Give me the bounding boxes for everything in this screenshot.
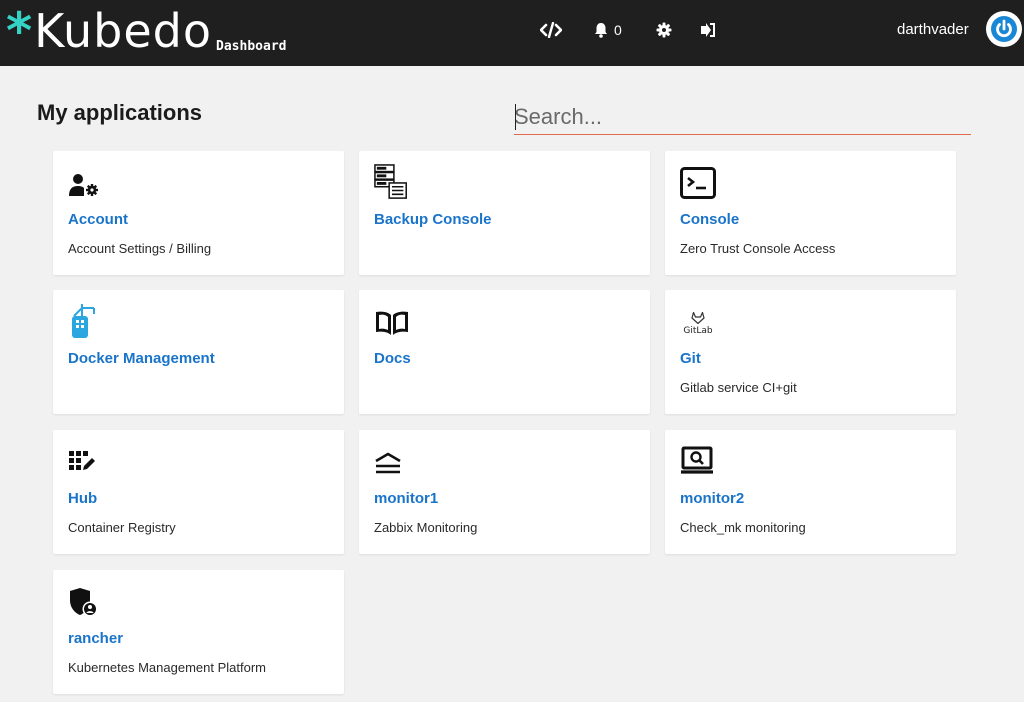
- app-description: Zabbix Monitoring: [374, 520, 478, 535]
- app-description: Check_mk monitoring: [680, 520, 806, 535]
- app-title[interactable]: Hub: [68, 490, 97, 507]
- docker-icon: [68, 302, 104, 338]
- app-title[interactable]: Git: [680, 350, 701, 367]
- app-description: Zero Trust Console Access: [680, 241, 836, 256]
- registry-grid-icon: [68, 450, 104, 484]
- top-navbar: * Kubedo Dashboard 0 darthvader: [0, 0, 1024, 66]
- brand-logo[interactable]: * Kubedo Dashboard: [6, 4, 286, 56]
- app-description: Kubernetes Management Platform: [68, 660, 266, 675]
- app-card-backup-console[interactable]: Backup Console: [359, 151, 650, 275]
- app-description: Gitlab service CI+git: [680, 380, 797, 395]
- app-title[interactable]: Docker Management: [68, 350, 215, 367]
- app-card-hub[interactable]: Hub Container Registry: [53, 430, 344, 554]
- header-toolbar: 0: [540, 18, 716, 42]
- code-icon[interactable]: [540, 22, 562, 38]
- monitor-search-icon: [680, 446, 716, 480]
- app-description: Container Registry: [68, 520, 176, 535]
- app-card-console[interactable]: Console Zero Trust Console Access: [665, 151, 956, 275]
- brand-subtitle: Dashboard: [216, 39, 287, 54]
- brand-name: Kubedo: [34, 4, 213, 58]
- notification-count: 0: [614, 22, 622, 38]
- search-input[interactable]: [514, 99, 971, 135]
- gear-icon[interactable]: [656, 22, 672, 38]
- app-title[interactable]: Docs: [374, 350, 411, 367]
- shield-user-icon: [68, 586, 104, 620]
- user-menu-button[interactable]: [986, 11, 1022, 47]
- brand-star-icon: *: [6, 2, 33, 60]
- gitlab-icon-label: GitLab: [683, 326, 713, 336]
- app-title[interactable]: Backup Console: [374, 211, 492, 228]
- book-icon: [374, 310, 410, 344]
- page-title: My applications: [37, 100, 203, 125]
- app-description: Account Settings / Billing: [68, 241, 212, 256]
- app-card-docs[interactable]: Docs: [359, 290, 650, 414]
- app-card-monitor2[interactable]: monitor2 Check_mk monitoring: [665, 430, 956, 554]
- app-card-git[interactable]: GitLab Git Gitlab service CI+git: [665, 290, 956, 414]
- terminal-icon: [680, 167, 716, 201]
- app-card-account[interactable]: Account Account Settings / Billing: [53, 151, 344, 275]
- logout-icon[interactable]: [700, 23, 716, 37]
- app-title[interactable]: monitor1: [374, 490, 438, 507]
- server-backup-icon: [374, 163, 410, 199]
- app-title[interactable]: Account: [68, 211, 128, 228]
- gitlab-icon: GitLab: [680, 312, 716, 346]
- text-caret: [515, 104, 516, 130]
- username-label[interactable]: darthvader: [897, 21, 969, 38]
- app-title[interactable]: monitor2: [680, 490, 744, 507]
- app-card-rancher[interactable]: rancher Kubernetes Management Platform: [53, 570, 344, 694]
- app-title[interactable]: rancher: [68, 630, 123, 647]
- app-card-monitor1[interactable]: monitor1 Zabbix Monitoring: [359, 430, 650, 554]
- stack-lines-icon: [374, 452, 410, 486]
- app-title[interactable]: Console: [680, 211, 739, 228]
- power-icon: [991, 16, 1017, 42]
- bell-icon: [595, 23, 607, 38]
- app-card-docker-management[interactable]: Docker Management: [53, 290, 344, 414]
- user-gear-icon: [68, 167, 104, 201]
- notifications-button[interactable]: 0: [594, 22, 622, 38]
